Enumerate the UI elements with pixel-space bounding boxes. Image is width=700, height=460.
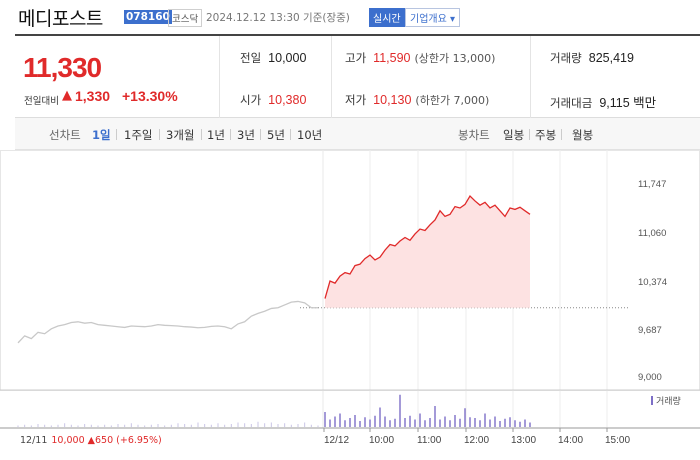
y-tick-label: 10,374 <box>638 277 668 288</box>
x-tick-label: 12:00 <box>464 435 490 446</box>
volume-legend: 거래량 <box>651 394 681 407</box>
x-tick-label: 11:00 <box>417 435 442 446</box>
stock-code-badge: 078160 <box>124 10 172 24</box>
open-label: 시가 <box>240 93 262 107</box>
y-tick-label: 11,747 <box>638 179 667 190</box>
high-stat: 고가 11,590 (상한가 13,000) <box>345 50 495 66</box>
trade-value-label: 거래대금 <box>550 96 593 110</box>
upper-limit: (상한가 13,000) <box>414 52 496 65</box>
period-separator <box>159 129 160 140</box>
x-tick-label: 14:00 <box>558 435 584 446</box>
prev-day-date: 12/11 <box>20 435 48 446</box>
chart-period-bar: 선차트 1일 1주일 3개월 1년 3년 5년 10년 봉차트 일봉 주봉 월봉 <box>15 118 700 150</box>
period-tab-1w[interactable]: 1주일 <box>124 127 152 143</box>
stock-name: 메디포스트 <box>18 8 103 30</box>
trade-value-stat: 거래대금 9,115 백만 <box>550 92 656 111</box>
period-tab-3y[interactable]: 3년 <box>237 127 255 143</box>
price-chart-svg <box>0 150 700 432</box>
prev-close-value: 10,000 <box>268 51 307 65</box>
change-amount: 1,330 <box>75 88 111 104</box>
x-tick-label: 13:00 <box>511 435 537 446</box>
period-separator <box>116 129 117 140</box>
period-tab-10y[interactable]: 10년 <box>297 127 322 143</box>
price-chart[interactable]: 11,747 11,060 10,374 9,687 9,000 거래량 12/… <box>0 150 700 460</box>
as-of-timestamp: 2024.12.12 13:30 기준(장중) <box>206 12 350 24</box>
trade-value-value: 9,115 백만 <box>599 96 657 110</box>
realtime-button[interactable]: 실시간 <box>369 8 405 27</box>
y-tick-label: 9,687 <box>638 325 662 336</box>
current-price: 11,330 <box>23 52 102 83</box>
low-value: 10,130 <box>373 93 412 107</box>
company-info-dropdown[interactable]: 기업개요 ▾ <box>405 8 460 27</box>
today-area <box>325 196 530 308</box>
volume-stat: 거래량 825,419 <box>550 50 634 66</box>
prev-day-line <box>17 300 318 344</box>
change-percent: +13.30% <box>122 88 178 104</box>
open-value: 10,380 <box>268 93 307 107</box>
period-separator <box>201 129 202 140</box>
lower-limit: (하한가 7,000) <box>415 94 490 107</box>
open-stat: 시가 10,380 <box>240 92 306 108</box>
volume-label: 거래량 <box>550 51 582 65</box>
candle-tab-monthly[interactable]: 월봉 <box>572 127 593 143</box>
x-tick-label: 15:00 <box>605 435 631 446</box>
prev-close-label: 전일 <box>240 51 262 65</box>
current-price-box: 11,330 전일대비 ▲ 1,330 +13.30% <box>15 36 220 118</box>
high-value: 11,590 <box>373 51 411 65</box>
prev-day-pct: (+6.95%) <box>116 435 162 446</box>
candle-tab-weekly[interactable]: 주봉 <box>535 127 556 143</box>
line-chart-label: 선차트 <box>49 128 81 142</box>
high-label: 고가 <box>345 51 367 65</box>
change-label: 전일대비 <box>24 96 59 107</box>
period-separator <box>561 129 562 140</box>
period-separator <box>230 129 231 140</box>
prev-day-change: 650 <box>94 435 114 446</box>
x-tick-label: 10:00 <box>369 435 395 446</box>
prev-close-stat: 전일 10,000 <box>240 50 306 66</box>
market-badge: 코스닥 <box>168 9 203 27</box>
period-separator <box>290 129 291 140</box>
stock-header: 메디포스트 078160 코스닥 2024.12.12 13:30 기준(장중)… <box>0 0 700 32</box>
column-divider <box>530 36 531 118</box>
up-arrow-icon: ▲ <box>87 435 95 446</box>
volume-legend-swatch <box>651 396 653 405</box>
y-tick-label: 9,000 <box>638 372 662 383</box>
low-label: 저가 <box>345 93 367 107</box>
period-separator <box>260 129 261 140</box>
prev-day-info: 12/11 10,000 ▲650 (+6.95%) <box>20 435 162 446</box>
x-tick-label: 12/12 <box>324 435 350 446</box>
volume-legend-label: 거래량 <box>656 397 681 407</box>
period-tab-1d[interactable]: 1일 <box>92 127 111 143</box>
y-tick-label: 11,060 <box>638 228 667 239</box>
period-tab-5y[interactable]: 5년 <box>267 127 285 143</box>
low-stat: 저가 10,130 (하한가 7,000) <box>345 92 489 108</box>
period-tab-1y[interactable]: 1년 <box>207 127 225 143</box>
up-arrow-icon: ▲ <box>62 88 72 103</box>
column-divider <box>331 36 332 118</box>
volume-value: 825,419 <box>588 51 634 65</box>
candle-tab-daily[interactable]: 일봉 <box>503 127 524 143</box>
period-tab-3m[interactable]: 3개월 <box>166 127 194 143</box>
prev-day-close: 10,000 <box>51 435 85 446</box>
chart-frame <box>0 150 700 391</box>
candle-chart-label: 봉차트 <box>458 128 490 142</box>
period-separator <box>529 129 530 140</box>
price-summary: 11,330 전일대비 ▲ 1,330 +13.30% 전일 10,000 시가 1… <box>15 34 700 118</box>
